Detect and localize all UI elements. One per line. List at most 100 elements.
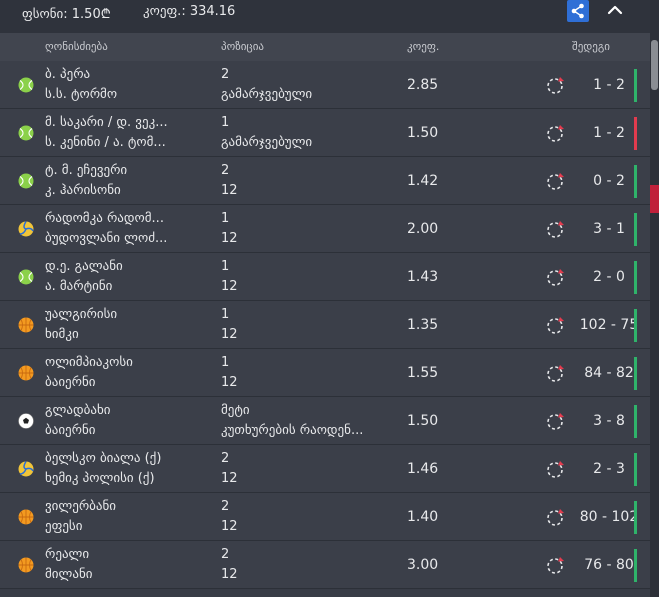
score-value: 102 - 75 [579,317,639,333]
column-position: პოზიცია [221,40,264,53]
score-value: 1 - 2 [593,125,625,141]
position-value: 2 [221,499,230,514]
position-market: 12 [221,231,238,246]
live-tracker-icon[interactable] [546,363,566,383]
tennis-ball-icon [18,125,34,141]
live-tracker-icon[interactable] [546,75,566,95]
team-home: რეალი [45,547,90,562]
live-tracker-icon[interactable] [546,459,566,479]
collapse-button[interactable] [604,0,626,21]
result-indicator [634,261,637,294]
stake-amount: ფსონი: 1.50₾ [22,7,111,22]
live-tracker-icon[interactable] [546,123,566,143]
basketball-icon [18,557,34,573]
team-away: ბაიერნი [45,375,96,390]
position-value: მეტი [221,403,250,418]
team-away: ბუდოვლანი ლოძ... [45,231,168,246]
bet-row[interactable]: რადომკა რადომ... ბუდოვლანი ლოძ... 1 12 2.00 3… [0,205,650,253]
team-home: ვილერბანი [45,499,117,514]
bet-row[interactable]: უალგირისი ხიმკი 1 12 1.35 102 - 75 [0,301,650,349]
odds-value: 1.40 [407,509,439,525]
result-indicator [634,501,637,534]
position-market: 12 [221,375,238,390]
share-icon [571,3,584,19]
live-tracker-icon[interactable] [546,219,566,239]
volleyball-icon [18,221,34,237]
position-market: გამარჯვებული [221,87,313,102]
bet-row[interactable]: ვილერბანი ეფესი 2 12 1.40 80 - 102 [0,493,650,541]
odds-value: 1.35 [407,317,439,333]
score-value: 80 - 102 [579,509,639,525]
basketball-icon [18,365,34,381]
team-home: მ. საკარი / დ. ვეკ... [45,115,168,130]
odds-value: 2.00 [407,221,439,237]
column-event: ღონისძიება [45,40,108,53]
chevron-up-icon [607,5,623,15]
position-market: 12 [221,567,238,582]
table-header: ღონისძიება პოზიცია კოეფ. შედეგი [0,33,650,61]
position-value: 2 [221,67,230,82]
bet-row[interactable]: მ. საკარი / დ. ვეკ... ს. კენინი / ა. ტომ.… [0,109,650,157]
position-value: 2 [221,451,230,466]
column-odds: კოეფ. [407,40,440,53]
result-indicator [634,453,637,486]
result-indicator [634,549,637,582]
score-value: 1 - 2 [593,77,625,93]
share-button[interactable] [567,0,589,22]
result-indicator [634,165,637,198]
live-tracker-icon[interactable] [546,315,566,335]
team-away: ხიმკი [45,327,79,342]
team-away: კ. ჰარისონი [45,183,121,198]
team-away: მილანი [45,567,93,582]
side-accent [650,185,659,213]
result-indicator [634,309,637,342]
team-away: ს.ს. ტორმო [45,87,118,102]
position-market: 12 [221,279,238,294]
team-home: უალგირისი [45,307,118,322]
score-value: 2 - 0 [593,269,625,285]
bet-row[interactable]: ბ. პერა ს.ს. ტორმო 2 გამარჯვებული 2.85 1 - 2 [0,61,650,109]
team-home: ბ. პერა [45,67,91,82]
live-tracker-icon[interactable] [546,267,566,287]
basketball-icon [18,317,34,333]
bet-row[interactable]: გლადბახი ბაიერნი მეტი კუთხურების რაოდენ... 1… [0,397,650,445]
position-market: კუთხურების რაოდენ... [221,423,364,438]
odds-value: 1.46 [407,461,439,477]
position-market: 12 [221,327,238,342]
bet-summary-bar: ფსონი: 1.50₾ კოეფ.: 334.16 [0,0,650,33]
bet-row[interactable]: დ.ე. გალანი ა. მარტინი 1 12 1.43 2 - 0 [0,253,650,301]
position-value: 1 [221,115,230,130]
position-value: 1 [221,355,230,370]
team-home: ტ. მ. ეჩევერი [45,163,128,178]
position-value: 1 [221,259,230,274]
live-tracker-icon[interactable] [546,171,566,191]
bet-row[interactable]: რეალი მილანი 2 12 3.00 76 - 80 [0,541,650,589]
live-tracker-icon[interactable] [546,555,566,575]
bet-row[interactable]: ოლიმპიაკოსი ბაიერნი 1 12 1.55 84 - 82 [0,349,650,397]
team-away: ს. კენინი / ა. ტომ... [45,135,166,150]
scrollbar-thumb[interactable] [651,40,658,90]
result-indicator [634,405,637,438]
odds-value: 1.43 [407,269,439,285]
volleyball-icon [18,461,34,477]
result-indicator [634,213,637,246]
position-value: 2 [221,163,230,178]
basketball-icon [18,509,34,525]
odds-value: 1.50 [407,413,439,429]
bet-row[interactable]: ტ. მ. ეჩევერი კ. ჰარისონი 2 12 1.42 0 - 2 [0,157,650,205]
position-value: 2 [221,547,230,562]
bet-row[interactable]: ბელსკო ბიალა (ქ) ხემიკ პოლისი (ქ) 2 12 1.46 2… [0,445,650,493]
score-value: 3 - 8 [593,413,625,429]
live-tracker-icon[interactable] [546,507,566,527]
team-home: ბელსკო ბიალა (ქ) [45,451,162,466]
team-home: გლადბახი [45,403,111,418]
score-value: 0 - 2 [593,173,625,189]
team-away: ბაიერნი [45,423,96,438]
live-tracker-icon[interactable] [546,411,566,431]
position-value: 1 [221,211,230,226]
football-icon [18,413,34,429]
team-home: ოლიმპიაკოსი [45,355,133,370]
position-market: გამარჯვებული [221,135,313,150]
result-indicator [634,69,637,102]
tennis-ball-icon [18,269,34,285]
